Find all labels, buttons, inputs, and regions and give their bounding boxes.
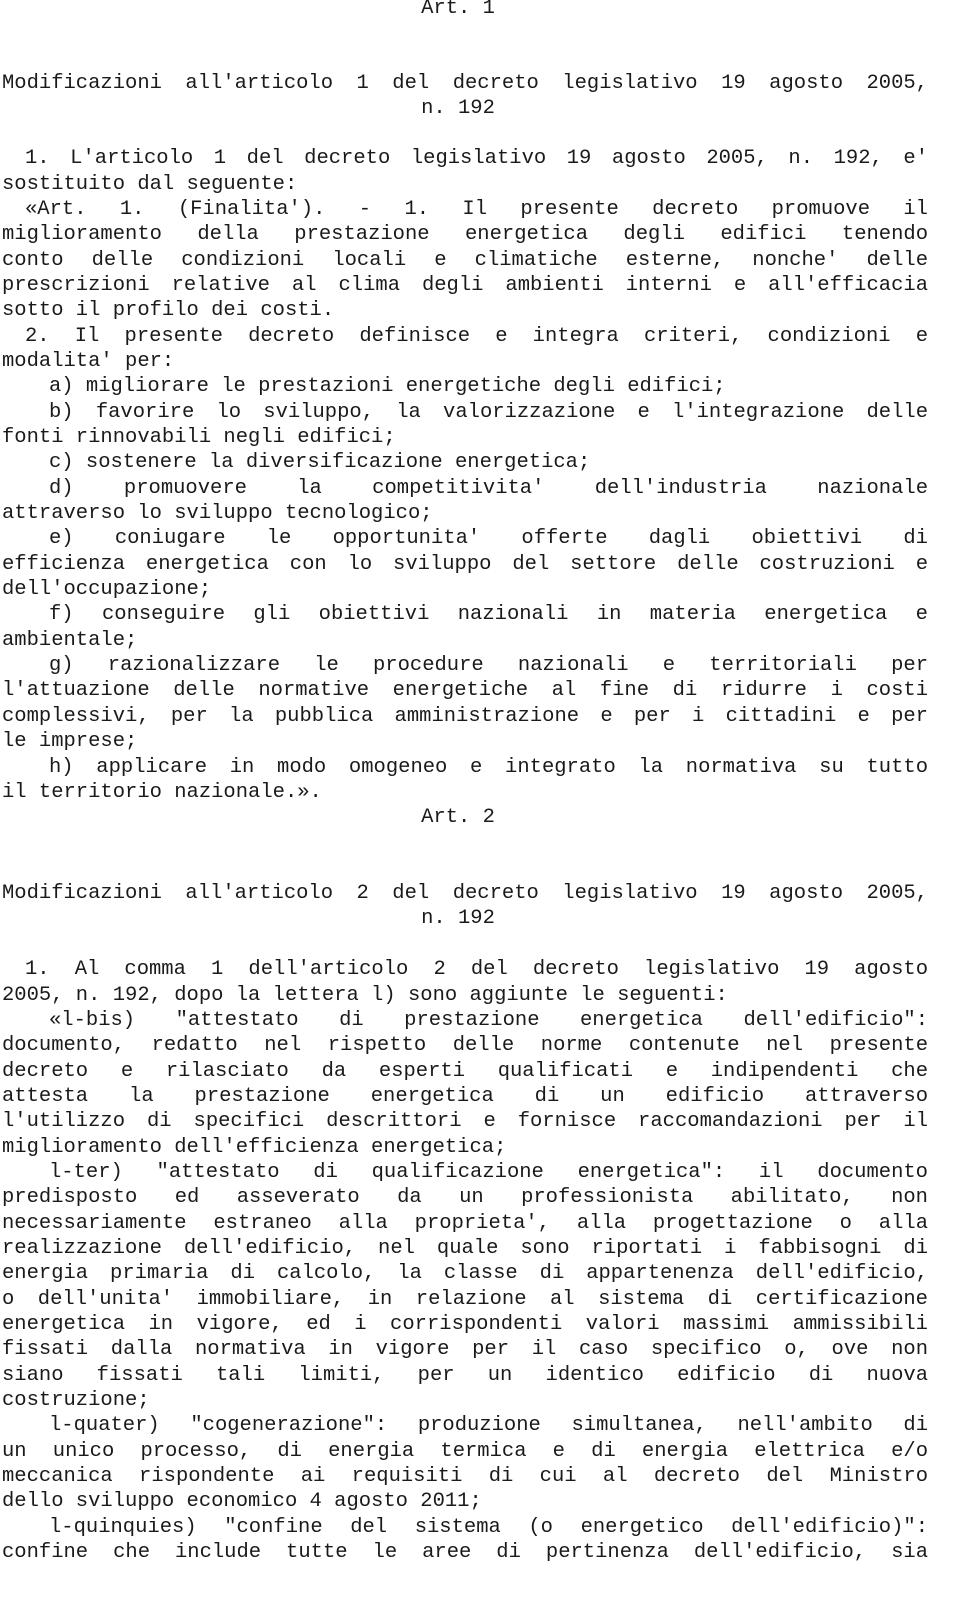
article-2-heading: Modificazioni all'articolo 2 del decreto…: [2, 882, 928, 905]
text-line: dell'occupazione;: [2, 578, 212, 601]
text-line: un unico processo, di energia termica e …: [2, 1440, 928, 1463]
text-line: decreto e rilasciato da esperti qualific…: [2, 1060, 928, 1083]
text-line: fonti rinnovabili negli edifici;: [2, 426, 396, 449]
list-item-h: h) applicare in modo omogeneo e integrat…: [49, 756, 928, 779]
text-line: documento, redatto nel rispetto delle no…: [2, 1034, 928, 1057]
definition-l-quinquies: l-quinquies) "confine del sistema (o ene…: [49, 1516, 928, 1539]
text-line: attraverso lo sviluppo tecnologico;: [2, 502, 433, 525]
list-item-c: c) sostenere la diversificazione energet…: [49, 451, 591, 474]
text-line: l'utilizzo di specifici descrittori e fo…: [2, 1110, 928, 1133]
list-item-g: g) razionalizzare le procedure nazionali…: [49, 654, 928, 677]
definition-l-bis: «l-bis) "attestato di prestazione energe…: [49, 1009, 928, 1032]
text-line: prescrizioni relative al clima degli amb…: [2, 274, 928, 297]
list-item-a: a) migliorare le prestazioni energetiche…: [49, 375, 726, 398]
text-line: miglioramento dell'efficienza energetica…: [2, 1136, 507, 1159]
text-line: dello sviluppo economico 4 agosto 2011;: [2, 1490, 482, 1513]
text-line: realizzazione dell'edificio, nel quale s…: [2, 1237, 928, 1260]
text-line: «Art. 1. (Finalita'). - 1. Il presente d…: [25, 198, 928, 221]
text-line: energetica in vigore, ed i corrispondent…: [2, 1313, 928, 1336]
text-line: l'attuazione delle normative energetiche…: [2, 679, 928, 702]
article-1-title: Art. 1: [421, 0, 495, 20]
definition-l-quater: l-quater) "cogenerazione": produzione si…: [49, 1414, 928, 1437]
text-line: meccanica rispondente ai requisiti di cu…: [2, 1465, 928, 1488]
text-line: il territorio nazionale.».: [2, 781, 322, 804]
text-line: sotto il profilo dei costi.: [2, 299, 335, 322]
text-line: costruzione;: [2, 1389, 150, 1412]
text-line: confine che include tutte le aree di per…: [2, 1541, 928, 1564]
definition-l-ter: l-ter) "attestato di qualificazione ener…: [49, 1161, 928, 1184]
list-item-f: f) conseguire gli obiettivi nazionali in…: [49, 603, 928, 626]
text-line: conto delle condizioni locali e climatic…: [2, 249, 928, 272]
text-line: 2. Il presente decreto definisce e integ…: [25, 325, 928, 348]
list-item-b: b) favorire lo sviluppo, la valorizzazio…: [49, 401, 928, 424]
text-line: fissati dalla normativa in vigore per il…: [2, 1338, 928, 1361]
text-line: modalita' per:: [2, 350, 175, 373]
article-2-heading-cont: n. 192: [421, 907, 495, 930]
text-line: 2005, n. 192, dopo la lettera l) sono ag…: [2, 984, 728, 1007]
text-line: 1. Al comma 1 dell'articolo 2 del decret…: [25, 958, 928, 981]
article-1-heading-cont: n. 192: [421, 97, 495, 120]
text-line: o dell'unita' immobiliare, in relazione …: [2, 1288, 928, 1311]
text-line: complessivi, per la pubblica amministraz…: [2, 705, 928, 728]
text-line: siano fissati tali limiti, per un identi…: [2, 1364, 928, 1387]
list-item-d: d) promuovere la competitivita' dell'ind…: [49, 477, 928, 500]
article-1-heading: Modificazioni all'articolo 1 del decreto…: [2, 72, 928, 95]
article-2-title: Art. 2: [421, 806, 495, 829]
text-line: attesta la prestazione energetica di un …: [2, 1085, 928, 1108]
text-line: efficienza energetica con lo sviluppo de…: [2, 553, 928, 576]
text-line: ambientale;: [2, 629, 138, 652]
list-item-e: e) coniugare le opportunita' offerte dag…: [49, 527, 928, 550]
text-line: predisposto ed asseverato da un professi…: [2, 1186, 928, 1209]
text-line: sostituito dal seguente:: [2, 173, 298, 196]
text-line: energia primaria di calcolo, la classe d…: [2, 1262, 928, 1285]
text-line: 1. L'articolo 1 del decreto legislativo …: [25, 147, 928, 170]
text-line: le imprese;: [2, 730, 138, 753]
text-line: necessariamente estraneo alla proprieta'…: [2, 1212, 928, 1235]
text-line: miglioramento della prestazione energeti…: [2, 223, 928, 246]
document-page: Art. 1 Modificazioni all'articolo 1 del …: [0, 0, 960, 1622]
